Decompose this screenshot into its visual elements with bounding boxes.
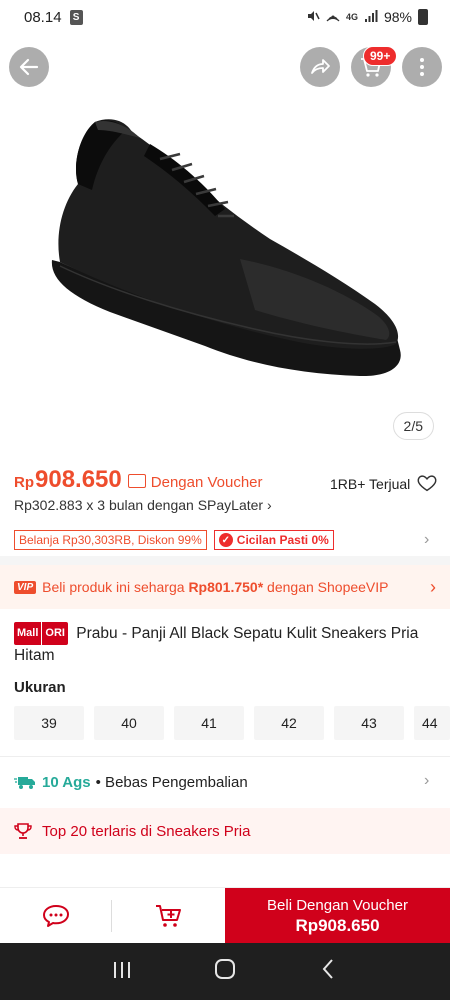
status-bar: 08.14 S 4G 98% [0, 0, 450, 34]
chat-icon [43, 905, 69, 927]
arrow-left-icon [19, 58, 39, 76]
more-vertical-icon [420, 58, 424, 76]
cicilan-tag: ✓ Cicilan Pasti 0% [213, 530, 334, 550]
ori-label: ORI [41, 622, 68, 645]
ranking-text: Top 20 terlaris di Sneakers Pria [42, 822, 251, 840]
back-nav-button[interactable] [308, 958, 348, 986]
truck-icon [14, 777, 35, 789]
buy-price: Rp908.650 [295, 915, 380, 935]
add-to-cart-button[interactable] [112, 888, 225, 944]
battery-level: 98% [383, 9, 412, 25]
mute-icon [306, 9, 320, 26]
share-button[interactable] [300, 47, 340, 87]
image-page-indicator: 2/5 [392, 412, 434, 440]
add-cart-icon [155, 905, 181, 927]
more-options-button[interactable] [402, 47, 442, 87]
trophy-icon [14, 823, 32, 839]
heart-icon[interactable] [416, 472, 438, 494]
shopee-vip-banner[interactable]: VIP Beli produk ini seharga Rp801.750* d… [0, 565, 450, 609]
shipping-info[interactable]: 10 Ags • Bebas Pengembalian [14, 770, 438, 794]
status-left: 08.14 S [24, 9, 83, 26]
cicilan-label: Cicilan Pasti 0% [236, 533, 329, 547]
check-icon: ✓ [218, 533, 233, 547]
buy-with-voucher-button[interactable]: Beli Dengan Voucher Rp908.650 [225, 888, 450, 944]
buy-label: Beli Dengan Voucher [267, 896, 408, 914]
chevron-right-icon: › [430, 577, 436, 597]
vip-badge: VIP [14, 580, 37, 594]
chevron-right-icon: › [424, 531, 430, 548]
section-divider [0, 556, 450, 565]
status-right: 4G 98% [306, 9, 428, 26]
home-icon [214, 958, 235, 979]
price-currency: Rp [14, 474, 34, 491]
delivery-date: 10 Ags [42, 773, 91, 791]
chevron-right-icon: › [424, 772, 430, 789]
voucher-label[interactable]: Dengan Voucher [151, 474, 263, 491]
recents-icon [113, 961, 130, 978]
mall-label: Mall [14, 622, 42, 645]
share-icon [311, 59, 330, 74]
product-image-gallery[interactable]: 99+ 2/5 [0, 34, 450, 450]
battery-icon [418, 9, 428, 25]
hotspot-icon [326, 9, 340, 26]
installment-info[interactable]: Rp302.883 x 3 bulan dengan SPayLater › [14, 497, 272, 513]
mall-ori-badge: Mall ORI [14, 622, 68, 645]
product-name: Prabu - Panji All Black Sepatu Kulit Sne… [14, 625, 419, 664]
promo-tags[interactable]: Belanja Rp30,303RB, Diskon 99% ✓ Cicilan… [14, 529, 438, 551]
size-option[interactable]: 42 [254, 706, 324, 740]
product-price: 908.650 [35, 466, 122, 493]
top-ranking-banner[interactable]: Top 20 terlaris di Sneakers Pria [0, 808, 450, 854]
size-label: Ukuran [14, 679, 66, 696]
back-button[interactable] [9, 47, 49, 87]
signal-icon [364, 9, 378, 26]
size-options: 39 40 41 42 43 44 [14, 706, 450, 740]
cart-count-badge: 99+ [363, 46, 398, 66]
size-option[interactable]: 40 [94, 706, 164, 740]
vip-text: Beli produk ini seharga Rp801.750* denga… [42, 579, 389, 595]
return-policy: • Bebas Pengembalian [95, 773, 248, 791]
vip-price: Rp801.750* [188, 579, 264, 595]
sold-count: 1RB+ Terjual [330, 476, 411, 492]
size-option[interactable]: 43 [334, 706, 404, 740]
home-button[interactable] [205, 958, 245, 986]
product-title: Mall ORI Prabu - Panji All Black Sepatu … [14, 622, 434, 666]
recents-button[interactable] [102, 959, 142, 985]
bottom-action-bar: Beli Dengan Voucher Rp908.650 [0, 887, 450, 944]
status-time: 08.14 [24, 8, 62, 26]
discount-tag: Belanja Rp30,303RB, Diskon 99% [14, 530, 207, 550]
shopee-app-icon: S [69, 9, 83, 25]
voucher-icon [127, 474, 146, 488]
size-option[interactable]: 39 [14, 706, 84, 740]
network-type: 4G [345, 12, 358, 22]
shoe-image [51, 119, 401, 377]
divider [0, 756, 450, 757]
size-option[interactable]: 41 [174, 706, 244, 740]
chat-button[interactable] [0, 888, 112, 944]
system-nav-bar [0, 943, 450, 1000]
chevron-left-icon [322, 958, 334, 979]
size-option[interactable]: 44 [414, 706, 450, 740]
